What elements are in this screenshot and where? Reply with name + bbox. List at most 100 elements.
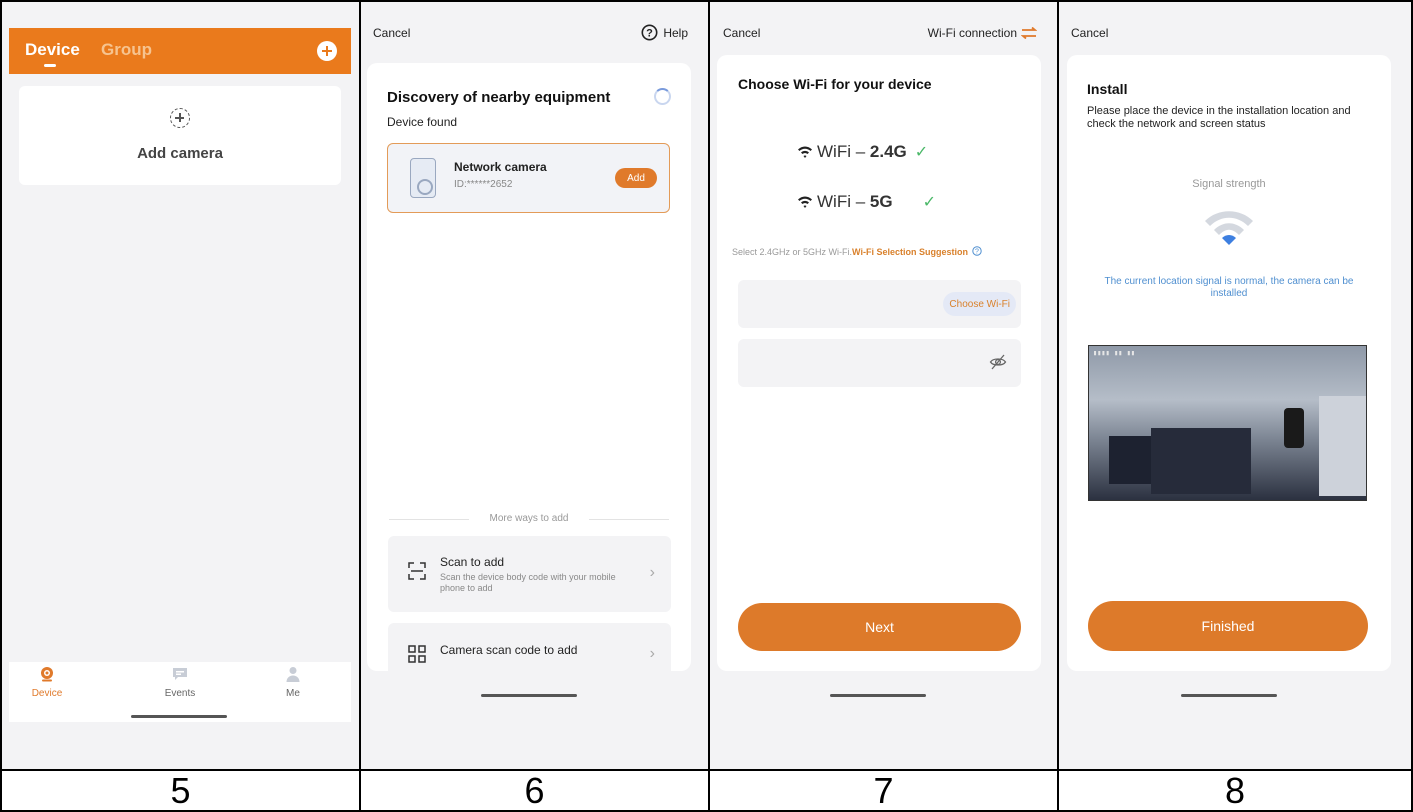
cancel-button[interactable]: Cancel [723, 26, 760, 40]
wifi-suggestion-link[interactable]: Wi-Fi Selection Suggestion [852, 247, 968, 257]
tab-group[interactable]: Group [101, 40, 152, 60]
nav-me[interactable]: Me [263, 666, 323, 699]
person-icon [286, 667, 300, 682]
nav-events-label: Events [164, 688, 196, 699]
wifi-band-value: 2.4G [869, 142, 907, 161]
wifi-band-value: 5G [869, 192, 893, 211]
tab-device[interactable]: Device [25, 40, 80, 60]
help-button[interactable]: ? Help [641, 24, 688, 41]
scan-to-add-option[interactable]: Scan to add Scan the device body code wi… [388, 536, 671, 612]
cancel-button[interactable]: Cancel [373, 26, 410, 40]
nav-me-label: Me [286, 688, 300, 699]
wifi-band-prefix: WiFi – [817, 142, 870, 161]
panel-8: Cancel Install Please place the device i… [1059, 0, 1411, 770]
preview-shape [1284, 408, 1304, 448]
signal-strength-label: Signal strength [1192, 178, 1266, 190]
active-tab-indicator [44, 64, 56, 67]
loading-spinner-icon [654, 88, 671, 105]
step-label: 6 [524, 770, 545, 811]
nav-device-label: Device [31, 688, 63, 699]
grid-line [0, 0, 2, 812]
help-small-icon: ? [972, 246, 983, 256]
choose-wifi-button[interactable]: Choose Wi-Fi [943, 292, 1016, 316]
home-indicator [481, 694, 577, 697]
grid-line [708, 0, 710, 812]
wifi-card: Choose Wi-Fi for your device WiFi – 2.4G… [717, 55, 1041, 671]
wifi-connection-toggle[interactable]: Wi-Fi connection [928, 26, 1037, 40]
chevron-right-icon: › [649, 645, 655, 662]
dashed-plus-icon [170, 108, 190, 128]
add-camera-card[interactable]: Add camera [19, 86, 341, 185]
wifi-connection-label: Wi-Fi connection [927, 26, 1017, 40]
camera-preview: ▮▮▮▮ ▮▮ ▮▮ [1088, 345, 1367, 501]
wifi-band-2g: WiFi – 2.4G ✓ [797, 142, 928, 162]
bottom-nav: Device Events Me [9, 662, 351, 722]
camera-thumbnail-icon [410, 158, 436, 198]
install-card: Install Please place the device in the i… [1067, 55, 1391, 671]
camera-icon [41, 667, 53, 682]
step-label: 5 [170, 770, 191, 811]
wifi-band-prefix: WiFi – [817, 192, 870, 211]
grid-line [0, 769, 1413, 771]
cancel-button[interactable]: Cancel [1071, 26, 1108, 40]
install-title: Install [1087, 81, 1128, 97]
grid-line [359, 0, 361, 812]
finished-button[interactable]: Finished [1088, 601, 1368, 651]
nav-device[interactable]: Device [17, 666, 77, 699]
home-indicator [131, 715, 227, 718]
grid-line [0, 0, 1413, 2]
wifi-icon [798, 196, 812, 208]
device-name: Network camera [454, 160, 547, 174]
wifi-ssid-field[interactable]: Choose Wi-Fi [738, 280, 1021, 328]
preview-timestamp-icon: ▮▮▮▮ ▮▮ ▮▮ [1093, 349, 1136, 357]
scan-to-add-title: Scan to add [440, 555, 505, 569]
scan-icon [408, 562, 426, 580]
help-icon: ? [641, 24, 658, 41]
step-label: 8 [1224, 770, 1246, 811]
panel-6: Cancel ? Help Discovery of nearby equipm… [361, 0, 708, 770]
panel-7: Cancel Wi-Fi connection Choose Wi-Fi for… [710, 0, 1057, 770]
device-id: ID:******2652 [454, 179, 513, 190]
discovery-card: Discovery of nearby equipment Device fou… [367, 63, 691, 683]
wifi-hint: Select 2.4GHz or 5GHz Wi-Fi.Wi-Fi Select… [732, 246, 983, 257]
device-found-label: Device found [387, 115, 458, 129]
svg-text:?: ? [646, 28, 653, 40]
top-header: Device Group [9, 28, 351, 74]
message-icon [173, 668, 187, 680]
camera-scan-title: Camera scan code to add [440, 643, 578, 657]
next-button[interactable]: Next [738, 603, 1021, 651]
panel-5: Device Group Add camera Device Events Me [2, 0, 359, 770]
signal-status-message: The current location signal is normal, t… [1104, 276, 1354, 299]
check-icon: ✓ [922, 194, 936, 211]
wifi-title: Choose Wi-Fi for your device [738, 76, 932, 92]
wifi-band-5g: WiFi – 5G ✓ [797, 192, 936, 212]
tutorial-grid: Device Group Add camera Device Events Me [0, 0, 1413, 812]
wifi-hint-text: Select 2.4GHz or 5GHz Wi-Fi. [732, 247, 853, 257]
help-label: Help [663, 25, 688, 40]
scan-to-add-subtitle: Scan the device body code with your mobi… [440, 572, 616, 593]
wifi-icon [798, 146, 812, 158]
camera-scan-option[interactable]: Camera scan code to add › [388, 623, 671, 683]
found-device-row[interactable]: Network camera ID:******2652 Add [387, 143, 670, 213]
step-label: 7 [873, 770, 894, 811]
preview-shape [1319, 396, 1366, 496]
chevron-right-icon: › [649, 564, 655, 581]
wifi-password-field[interactable] [738, 339, 1021, 387]
add-device-icon[interactable] [317, 41, 337, 61]
svg-text:?: ? [976, 249, 980, 256]
nav-events[interactable]: Events [150, 666, 210, 699]
install-description: Please place the device in the installat… [1087, 105, 1351, 130]
signal-wifi-icon [1205, 211, 1253, 245]
grid-line [1057, 0, 1059, 812]
qr-code-icon [408, 645, 426, 663]
home-indicator [1181, 694, 1277, 697]
check-icon: ✓ [914, 144, 929, 161]
add-device-button[interactable]: Add [615, 168, 657, 188]
home-indicator [830, 694, 926, 697]
add-camera-label: Add camera [137, 145, 223, 162]
preview-shape [1151, 428, 1251, 494]
eye-off-icon[interactable] [989, 353, 1007, 371]
more-ways-label: More ways to add [489, 513, 569, 524]
discovery-title: Discovery of nearby equipment [387, 89, 611, 106]
swap-icon [1021, 27, 1037, 39]
